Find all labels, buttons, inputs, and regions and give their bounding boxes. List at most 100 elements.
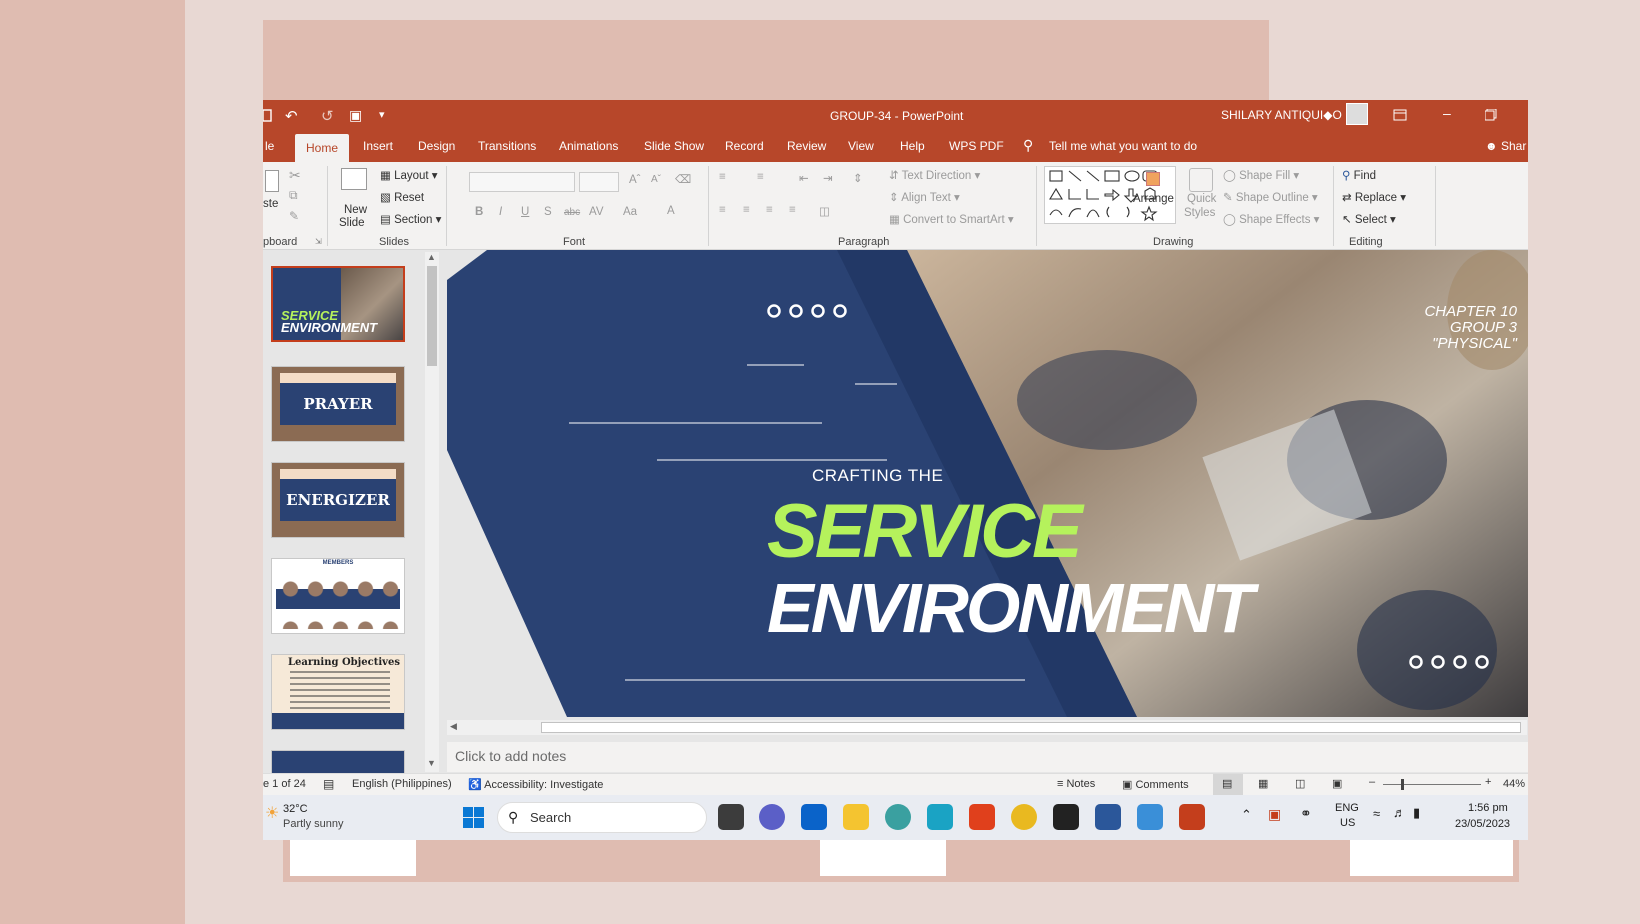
accessibility-status[interactable]: ♿ Accessibility: Investigate <box>468 778 603 791</box>
restore-icon[interactable] <box>1485 109 1497 121</box>
new-slide-icon[interactable] <box>341 168 367 190</box>
quick-styles-label-2[interactable]: Styles <box>1184 207 1215 219</box>
tab-help[interactable]: Help <box>900 139 925 153</box>
paste-button[interactable]: ste <box>263 198 278 210</box>
slide-thumbnail-3[interactable]: ENERGIZER <box>271 462 405 538</box>
wifi-icon[interactable]: ≈ <box>1373 806 1380 821</box>
copy-icon[interactable]: ⧉ <box>289 188 298 203</box>
tab-animations[interactable]: Animations <box>559 139 618 153</box>
increase-indent-icon[interactable]: ⇥ <box>823 171 833 185</box>
tab-insert[interactable]: Insert <box>363 139 393 153</box>
notes-pane[interactable]: Click to add notes <box>447 742 1528 772</box>
underline-icon[interactable]: U <box>521 206 529 218</box>
arrange-icon[interactable] <box>1146 172 1160 186</box>
slide-thumbnails[interactable]: SERVICE ENVIRONMENT PRAYER ENERGIZER MEM… <box>263 250 423 773</box>
dialog-launcher-icon[interactable]: ⇲ <box>315 237 322 246</box>
tell-me-search[interactable]: Tell me what you want to do <box>1049 139 1197 153</box>
comments-toggle[interactable]: ▣ Comments <box>1122 778 1189 791</box>
arrange-button[interactable]: Arrange <box>1133 193 1174 205</box>
text-direction-button[interactable]: ⇵ Text Direction ▾ <box>889 168 980 182</box>
align-right-icon[interactable]: ≡ <box>766 204 773 216</box>
reset-button[interactable]: ▧ Reset <box>380 190 424 204</box>
battery-icon[interactable]: ▮ <box>1413 805 1420 821</box>
scroll-left-icon[interactable]: ◀ <box>450 721 457 732</box>
office-icon[interactable] <box>969 804 995 830</box>
minimize-icon[interactable]: – <box>1443 105 1451 121</box>
spell-check-icon[interactable]: ▤ <box>323 777 334 791</box>
tab-transitions[interactable]: Transitions <box>478 139 536 153</box>
sticky-notes-icon[interactable] <box>1053 804 1079 830</box>
file-explorer-icon[interactable] <box>843 804 869 830</box>
weather-text[interactable]: Partly sunny <box>283 818 344 830</box>
tab-file[interactable]: le <box>265 139 274 153</box>
zoom-slider-thumb[interactable] <box>1401 779 1404 790</box>
select-button[interactable]: ↖ Select ▾ <box>1342 212 1396 226</box>
slide-thumbnail-5[interactable]: Learning Objectives <box>271 654 405 730</box>
quick-styles-label[interactable]: Quick <box>1187 193 1216 205</box>
windows-start-icon[interactable] <box>463 807 485 829</box>
scroll-thumb[interactable] <box>427 266 437 366</box>
section-button[interactable]: ▤ Section ▾ <box>380 212 441 226</box>
scroll-thumb[interactable] <box>541 722 1521 733</box>
new-slide-label[interactable]: New <box>344 204 367 216</box>
edge-icon[interactable] <box>885 804 911 830</box>
word-icon[interactable] <box>1095 804 1121 830</box>
user-name[interactable]: SHILARY ANTIQUI◆O <box>1221 108 1342 122</box>
chat-icon[interactable] <box>759 804 785 830</box>
strikethrough-icon[interactable]: abc <box>564 207 580 218</box>
font-name-field[interactable] <box>469 172 575 192</box>
quick-styles-icon[interactable] <box>1189 168 1213 192</box>
app-l-icon[interactable] <box>927 804 953 830</box>
shape-outline-button[interactable]: ✎ Shape Outline ▾ <box>1223 190 1318 204</box>
weather-icon[interactable]: ☀ <box>265 803 279 823</box>
italic-icon[interactable]: I <box>499 206 502 218</box>
avatar[interactable] <box>1346 103 1368 125</box>
slide-thumbnail-1[interactable]: SERVICE ENVIRONMENT <box>271 266 405 342</box>
photos-icon[interactable] <box>1137 804 1163 830</box>
font-color-icon[interactable]: A <box>667 205 675 217</box>
input-language[interactable]: ENG <box>1335 802 1359 814</box>
slide-thumbnail-2[interactable]: PRAYER <box>271 366 405 442</box>
columns-icon[interactable]: ◫ <box>819 204 830 218</box>
slide-title-line-2[interactable]: ENVIRONMENT <box>767 568 1254 648</box>
present-icon[interactable]: ▣ <box>349 107 362 124</box>
bold-icon[interactable]: B <box>475 206 483 218</box>
char-spacing-icon[interactable]: AV <box>589 206 604 218</box>
slideshow-icon[interactable]: ▣ <box>1332 777 1342 790</box>
shrink-font-icon[interactable]: Aˇ <box>651 174 661 185</box>
tab-view[interactable]: View <box>848 139 874 153</box>
thumbnail-scrollbar[interactable]: ▲ ▼ <box>425 252 439 772</box>
slide-canvas[interactable]: CRAFTING THE SERVICE ENVIRONMENT CHAPTER… <box>447 250 1528 717</box>
align-left-icon[interactable]: ≡ <box>719 204 726 216</box>
horizontal-scrollbar[interactable]: ◀ <box>447 720 1527 735</box>
taskbar-search[interactable]: ⚲ Search <box>497 802 707 833</box>
input-region[interactable]: US <box>1340 817 1355 829</box>
microphone-icon[interactable]: ⚭ <box>1300 805 1312 822</box>
shape-fill-button[interactable]: ◯ Shape Fill ▾ <box>1223 168 1299 182</box>
font-size-field[interactable] <box>579 172 619 192</box>
clear-format-icon[interactable]: ⌫ <box>675 172 691 186</box>
shadow-icon[interactable]: S <box>544 206 552 218</box>
slide-thumbnail-4[interactable]: MEMBERS <box>271 558 405 634</box>
zoom-in-icon[interactable]: + <box>1485 776 1491 788</box>
volume-icon[interactable]: ♬ <box>1393 805 1406 820</box>
tab-design[interactable]: Design <box>418 139 455 153</box>
slide-title-line-1[interactable]: SERVICE <box>767 488 1083 575</box>
change-case-icon[interactable]: Aa <box>623 206 637 218</box>
undo-icon[interactable]: ↶ <box>285 107 298 125</box>
line-spacing-icon[interactable]: ⇕ <box>853 171 863 185</box>
paste-icon[interactable] <box>265 170 279 192</box>
save-icon[interactable] <box>263 109 273 122</box>
chrome-icon[interactable] <box>1011 804 1037 830</box>
align-center-icon[interactable]: ≡ <box>743 204 750 216</box>
justify-icon[interactable]: ≡ <box>789 204 796 216</box>
scroll-down-icon[interactable]: ▼ <box>427 758 436 768</box>
chevron-up-icon[interactable]: ⌃ <box>1241 807 1252 823</box>
find-button[interactable]: ⚲ Find <box>1342 168 1376 182</box>
clock-date[interactable]: 23/05/2023 <box>1455 818 1510 830</box>
align-text-button[interactable]: ⇕ Align Text ▾ <box>889 190 960 204</box>
new-slide-label-2[interactable]: Slide <box>339 217 365 229</box>
decrease-indent-icon[interactable]: ⇤ <box>799 171 809 185</box>
numbering-icon[interactable]: ≡ <box>757 171 764 183</box>
slide-thumbnail-6[interactable] <box>271 750 405 773</box>
